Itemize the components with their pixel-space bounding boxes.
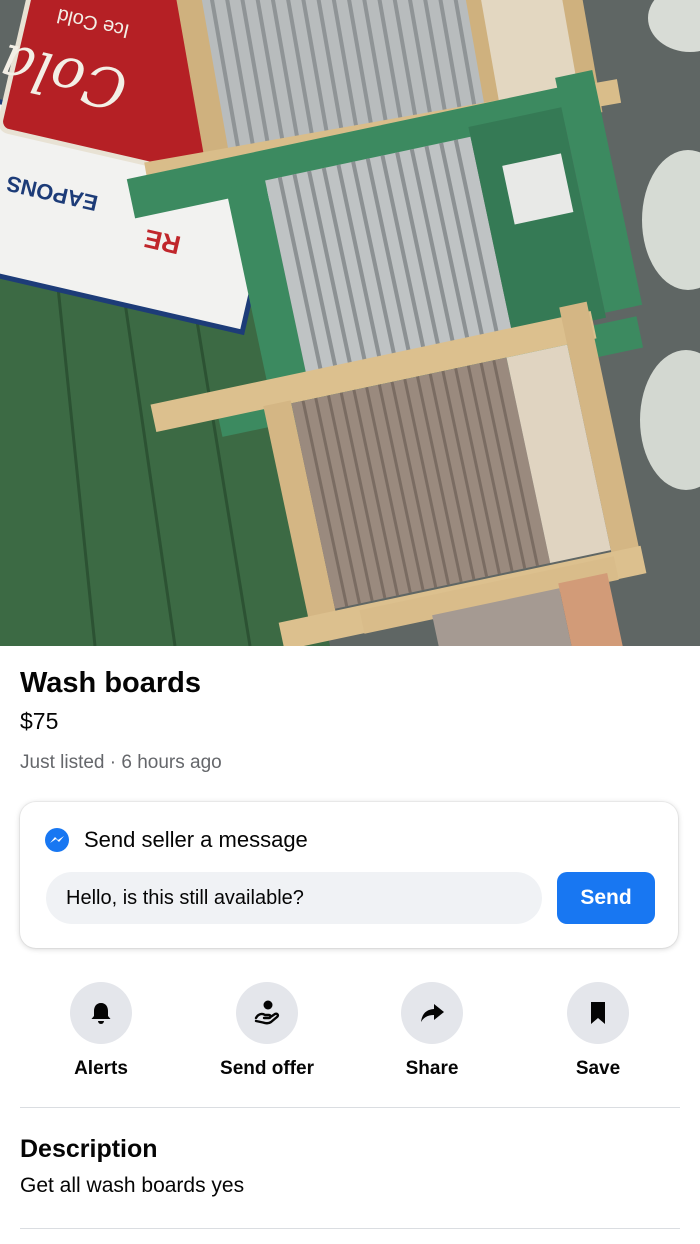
save-button[interactable] bbox=[567, 982, 629, 1044]
description-heading: Description bbox=[20, 1135, 158, 1163]
bookmark-icon bbox=[591, 1002, 605, 1024]
share-action[interactable]: Share bbox=[367, 982, 497, 1082]
listing-price: $75 bbox=[20, 708, 59, 734]
divider bbox=[20, 1228, 680, 1229]
send-button[interactable]: Send bbox=[557, 872, 655, 924]
description-text: Get all wash boards yes bbox=[20, 1174, 245, 1197]
share-label: Share bbox=[405, 1058, 459, 1079]
bell-icon bbox=[91, 1003, 111, 1024]
save-label: Save bbox=[575, 1058, 621, 1079]
alerts-label: Alerts bbox=[74, 1058, 128, 1079]
message-input[interactable] bbox=[46, 872, 542, 924]
send-offer-button[interactable] bbox=[236, 982, 298, 1044]
share-button[interactable] bbox=[401, 982, 463, 1044]
listing-meta: Just listed · 6 hours ago bbox=[20, 752, 222, 773]
send-offer-action[interactable]: Send offer bbox=[202, 982, 332, 1082]
listing-title: Wash boards bbox=[20, 667, 202, 699]
alerts-button[interactable] bbox=[70, 982, 132, 1044]
send-offer-label: Send offer bbox=[220, 1058, 314, 1079]
offer-icon bbox=[254, 1000, 280, 1025]
divider bbox=[20, 1107, 680, 1108]
message-header: Send seller a message bbox=[44, 826, 308, 854]
message-header-title: Send seller a message bbox=[84, 827, 308, 852]
alerts-action[interactable]: Alerts bbox=[36, 982, 166, 1082]
listing-photo[interactable]: EAPONS RE Cola Ice Cold bbox=[0, 0, 700, 646]
share-arrow-icon bbox=[421, 1004, 444, 1022]
washboards-photo: EAPONS RE Cola Ice Cold bbox=[0, 0, 700, 646]
send-message-card: Send seller a message Send bbox=[20, 802, 678, 948]
messenger-icon bbox=[45, 828, 69, 852]
save-action[interactable]: Save bbox=[533, 982, 663, 1082]
